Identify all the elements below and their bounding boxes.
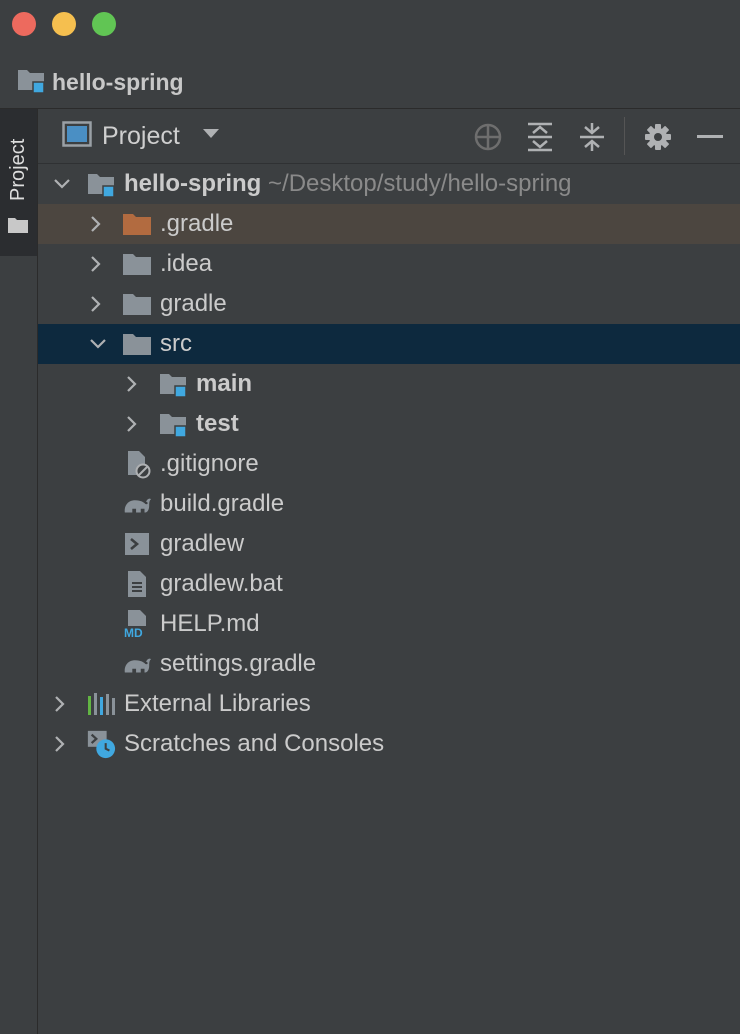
tree-node-label: .gradle [160,210,234,237]
view-selector-label: Project [102,121,180,150]
tree-node-label: build.gradle [160,490,285,517]
tree-node-dot-gradle[interactable]: .gradle [38,204,740,244]
chevron-right-icon[interactable] [50,734,70,754]
minimize-icon [697,135,723,138]
tree-node-gitignore[interactable]: .gitignore [38,444,740,484]
folder-icon [122,289,152,319]
tree-node-src[interactable]: src [38,324,740,364]
root-name: hello-spring [124,170,262,197]
expand-all-button[interactable] [524,121,556,153]
settings-button[interactable] [642,121,674,153]
tool-window-stripe: Project [0,109,38,1034]
folder-icon [122,249,152,279]
chevron-right-icon[interactable] [86,254,106,274]
tree-node-test[interactable]: test [38,404,740,444]
breadcrumb-project-name: hello-spring [52,68,184,95]
project-tool-tab[interactable]: Project [0,109,37,256]
tree-node-label: HELP.md [160,610,260,637]
root-path: ~/Desktop/study/hello-spring [268,170,572,197]
folder-orange-icon [122,209,152,239]
chevron-right-icon[interactable] [86,294,106,314]
close-window-button[interactable] [12,12,36,36]
tree-node-gradlew-bat[interactable]: gradlew.bat [38,564,740,604]
breadcrumb[interactable]: hello-spring [16,66,184,98]
tree-node-label: settings.gradle [160,650,317,677]
tree-node-label: gradlew [160,530,245,557]
expand-all-icon [528,122,552,152]
collapse-all-icon [580,123,604,151]
module-folder-icon [16,65,46,100]
select-opened-file-button[interactable] [472,121,504,153]
chevron-right-icon[interactable] [86,214,106,234]
title-bar: hello-spring [0,0,740,109]
tree-node-idea[interactable]: .idea [38,244,740,284]
libraries-icon [86,689,116,719]
tree-node-label: main [196,370,253,397]
chevron-down-icon[interactable] [88,334,108,354]
chevron-right-icon[interactable] [122,374,142,394]
tree-node-main[interactable]: main [38,364,740,404]
minimize-window-button[interactable] [52,12,76,36]
tree-node-label: hello-spring ~/Desktop/study/hello-sprin… [124,170,572,198]
project-tool-tab-label: Project [7,138,29,201]
chevron-down-icon [202,127,220,145]
project-toolbar: Project [38,109,740,164]
tree-node-label: gradlew.bat [160,570,283,597]
crosshair-icon [474,123,502,151]
chevron-right-icon[interactable] [122,414,142,434]
view-selector-dropdown[interactable]: Project [62,119,220,153]
toolbar-separator [624,117,625,155]
tree-node-label: src [160,330,192,357]
tree-node-gradle[interactable]: gradle [38,284,740,324]
tree-node-help-md[interactable]: MD HELP.md [38,604,740,644]
gradle-elephant-icon [122,649,152,679]
tree-node-label: test [196,410,239,437]
project-panel: Project hello-spring ~/Desktop/study/hel… [38,109,740,1034]
module-folder-icon [86,169,116,199]
folder-icon [122,329,152,359]
hide-panel-button[interactable] [694,121,726,153]
tree-node-scratches[interactable]: Scratches and Consoles [38,724,740,764]
module-folder-icon [158,409,188,439]
tree-node-label: .gitignore [160,450,259,477]
markdown-file-icon: MD [122,609,152,639]
shell-script-icon [122,529,152,559]
tree-node-label: External Libraries [124,690,311,717]
gear-icon [645,124,671,150]
chevron-right-icon[interactable] [50,694,70,714]
tree-node-root[interactable]: hello-spring ~/Desktop/study/hello-sprin… [38,164,740,204]
tree-node-label: Scratches and Consoles [124,730,385,757]
text-file-icon [122,569,152,599]
tree-node-gradlew[interactable]: gradlew [38,524,740,564]
svg-text:MD: MD [124,626,143,639]
project-view-icon [62,120,92,152]
ignored-file-icon [122,449,152,479]
zoom-window-button[interactable] [92,12,116,36]
tree-node-label: .idea [160,250,213,277]
tree-node-settings-gradle[interactable]: settings.gradle [38,644,740,684]
collapse-all-button[interactable] [576,121,608,153]
tree-node-external-libraries[interactable]: External Libraries [38,684,740,724]
scratches-icon [86,729,116,759]
folder-icon [8,217,28,238]
tree-node-label: gradle [160,290,227,317]
module-folder-icon [158,369,188,399]
gradle-elephant-icon [122,489,152,519]
chevron-down-icon[interactable] [52,174,72,194]
tree-node-build-gradle[interactable]: build.gradle [38,484,740,524]
